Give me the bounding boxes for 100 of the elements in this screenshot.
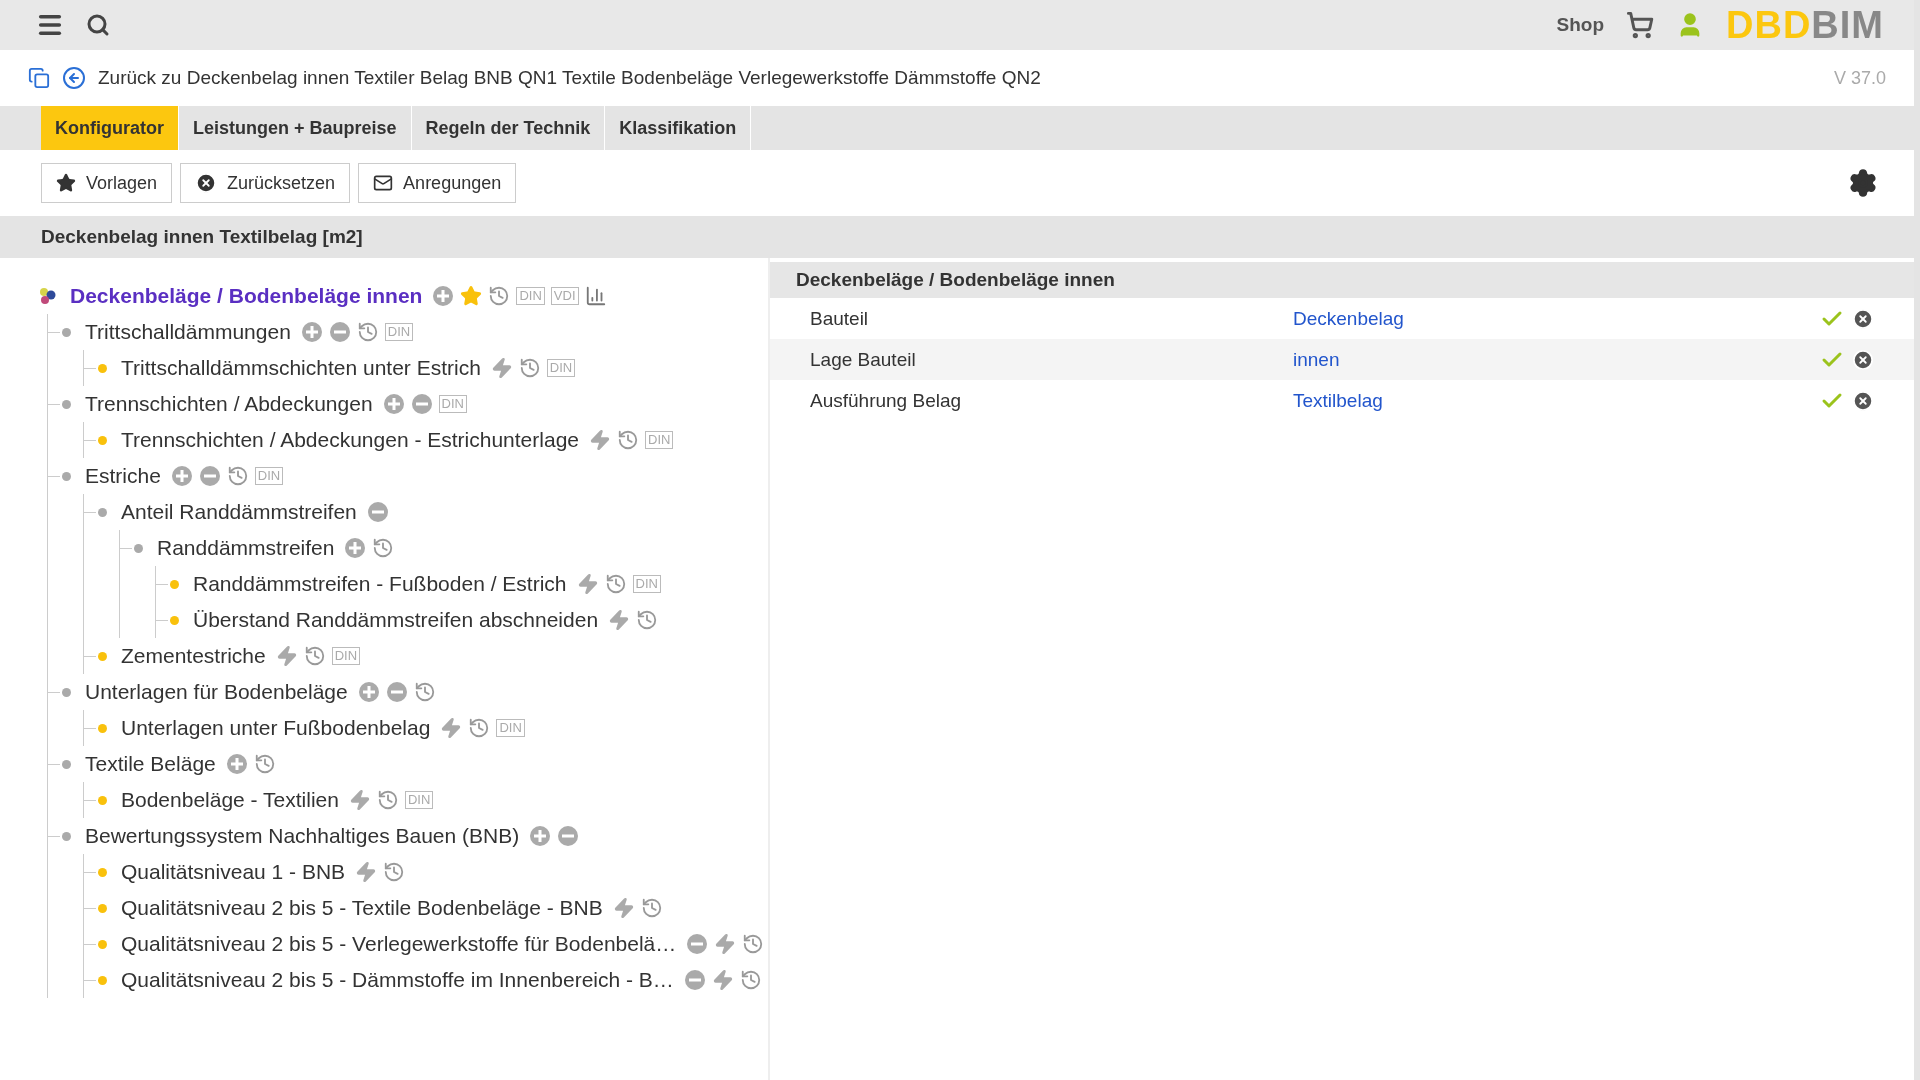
shop-link[interactable]: Shop: [1556, 14, 1604, 36]
tab[interactable]: Regeln der Technik: [411, 106, 606, 150]
tab[interactable]: Konfigurator: [41, 106, 179, 150]
lightning-icon[interactable]: [711, 969, 734, 991]
add-icon[interactable]: [529, 825, 552, 847]
history-icon[interactable]: [383, 861, 406, 883]
add-icon[interactable]: [300, 321, 323, 343]
chart-icon[interactable]: [584, 285, 607, 307]
property-value[interactable]: Deckenbelag: [1293, 307, 1820, 330]
tree-item[interactable]: Unterlagen unter Fußbodenbelag: [121, 716, 431, 740]
logo: DBDBIM: [1726, 3, 1884, 47]
lightning-icon[interactable]: [608, 609, 631, 631]
add-icon[interactable]: [432, 285, 455, 307]
history-icon[interactable]: [636, 609, 659, 631]
star-icon[interactable]: [460, 285, 483, 307]
tree-item[interactable]: Estriche: [85, 464, 161, 488]
history-icon[interactable]: [739, 969, 762, 991]
node-dot: [98, 507, 107, 517]
lightning-icon[interactable]: [714, 933, 737, 955]
leaf-dot: [98, 867, 107, 877]
tree-item[interactable]: Qualitätsniveau 1 - BNB: [121, 860, 346, 884]
history-icon[interactable]: [376, 789, 399, 811]
tree-item[interactable]: Überstand Randdämmstreifen abschneiden: [193, 608, 599, 632]
tree-item[interactable]: Qualitätsniveau 2 bis 5 - Verlegewerkstoffe für Bodenbelä…: [121, 932, 677, 956]
lightning-icon[interactable]: [490, 357, 513, 379]
settings-icon[interactable]: [1848, 168, 1878, 198]
tree-item[interactable]: Anteil Randdämmstreifen: [121, 500, 357, 524]
remove-icon[interactable]: [1852, 348, 1874, 371]
tree-item[interactable]: Randdämmstreifen: [157, 536, 335, 560]
tree-item[interactable]: Trennschichten / Abdeckungen: [85, 392, 373, 416]
tree-item[interactable]: Bewertungssystem Nachhaltiges Bauen (BNB): [85, 824, 520, 848]
history-icon[interactable]: [742, 933, 765, 955]
history-icon[interactable]: [253, 753, 276, 775]
leaf-dot: [98, 435, 107, 445]
remove-icon[interactable]: [1852, 389, 1874, 412]
cart-icon[interactable]: [1626, 11, 1654, 39]
lightning-icon[interactable]: [576, 573, 599, 595]
node-dot: [62, 399, 71, 409]
back-icon[interactable]: [62, 66, 86, 90]
envelope-icon: [373, 173, 394, 193]
lightning-icon[interactable]: [440, 717, 463, 739]
history-icon[interactable]: [518, 357, 541, 379]
tab[interactable]: Klassifikation: [605, 106, 752, 150]
star-icon: [56, 173, 76, 193]
tree-item[interactable]: Zementestriche: [121, 644, 266, 668]
node-dot: [62, 759, 71, 769]
history-icon[interactable]: [303, 645, 326, 667]
toolbar-button[interactable]: Vorlagen: [41, 163, 173, 203]
lightning-icon[interactable]: [589, 429, 611, 451]
tree-item[interactable]: Trittschalldämmungen: [85, 320, 291, 344]
add-icon[interactable]: [382, 393, 405, 415]
tree-item[interactable]: Trittschalldämmschichten unter Estrich: [121, 356, 481, 380]
add-icon[interactable]: [357, 681, 380, 703]
lightning-icon[interactable]: [612, 897, 635, 919]
node-dot: [62, 687, 71, 697]
property-value[interactable]: innen: [1293, 348, 1820, 371]
cluster-icon: [38, 286, 58, 306]
history-icon[interactable]: [604, 573, 627, 595]
toolbar-button[interactable]: Zurücksetzen: [180, 163, 351, 203]
lightning-icon[interactable]: [355, 861, 378, 883]
history-icon[interactable]: [356, 321, 379, 343]
history-icon[interactable]: [413, 681, 436, 703]
search-icon[interactable]: [86, 13, 110, 37]
history-icon[interactable]: [617, 429, 639, 451]
add-icon[interactable]: [344, 537, 367, 559]
copy-icon[interactable]: [28, 67, 50, 89]
version-label: V 37.0: [1833, 67, 1886, 89]
history-icon[interactable]: [488, 285, 511, 307]
tree-item[interactable]: Unterlagen für Bodenbeläge: [85, 680, 348, 704]
history-icon[interactable]: [640, 897, 663, 919]
tree-item[interactable]: Deckenbeläge / Bodenbeläge innen: [70, 284, 423, 308]
leaf-dot: [98, 795, 107, 805]
add-icon[interactable]: [225, 753, 248, 775]
tree-item[interactable]: Textile Beläge: [85, 752, 216, 776]
history-icon[interactable]: [468, 717, 491, 739]
close-circle-icon: [195, 172, 218, 194]
history-icon[interactable]: [372, 537, 395, 559]
lightning-icon[interactable]: [275, 645, 298, 667]
leaf-dot: [98, 939, 107, 949]
property-label: Bauteil: [810, 307, 870, 330]
leaf-dot: [170, 579, 179, 589]
leaf-dot: [98, 975, 107, 985]
tree-item[interactable]: Qualitätsniveau 2 bis 5 - Dämmstoffe im Innenbereich - B…: [121, 968, 674, 992]
node-dot: [62, 471, 71, 481]
lightning-icon[interactable]: [348, 789, 371, 811]
tree-item[interactable]: Qualitätsniveau 2 bis 5 - Textile Bodenbeläge - BNB: [121, 896, 603, 920]
history-icon[interactable]: [226, 465, 249, 487]
tab[interactable]: Leistungen + Baupreise: [179, 106, 412, 150]
leaf-dot: [170, 615, 179, 625]
node-dot: [62, 327, 71, 337]
tree-item[interactable]: Randdämmstreifen - Fußboden / Estrich: [193, 572, 567, 596]
toolbar-button[interactable]: Anregungen: [358, 163, 517, 203]
tree-item[interactable]: Bodenbeläge - Textilien: [121, 788, 339, 812]
leaf-dot: [98, 651, 107, 661]
remove-icon[interactable]: [1852, 307, 1874, 330]
back-link[interactable]: Zurück zu Deckenbelag innen Textiler Belag BNB QN1 Textile Bodenbeläge Verlegewerkstoffe Dämmstoffe QN2: [98, 67, 1041, 89]
tree-item[interactable]: Trennschichten / Abdeckungen - Estrichunterlage: [121, 428, 579, 452]
property-value[interactable]: Textilbelag: [1293, 389, 1820, 412]
add-icon[interactable]: [170, 465, 193, 487]
node-dot: [134, 543, 143, 553]
